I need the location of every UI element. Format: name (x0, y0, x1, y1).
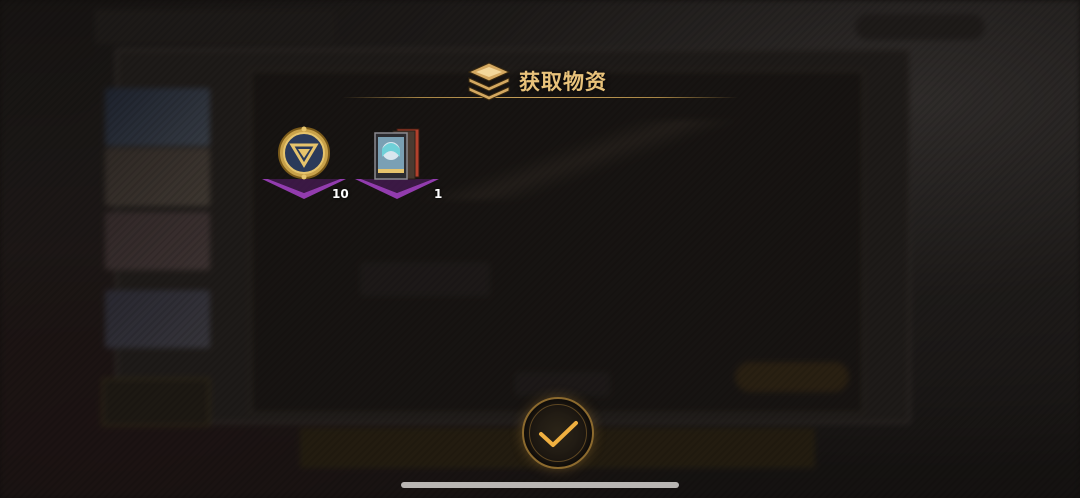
reward-count: 10 (332, 187, 349, 201)
reward-item[interactable]: 10 (259, 125, 349, 215)
checkmark-icon (539, 421, 578, 447)
reward-count: 1 (434, 187, 443, 201)
dialog-header: 获取物资 (0, 60, 1080, 101)
confirm-button[interactable] (522, 397, 594, 469)
home-indicator[interactable] (401, 482, 679, 488)
reward-item[interactable]: 1 (352, 125, 442, 215)
header-divider (342, 97, 738, 98)
dialog-title: 获取物资 (519, 70, 607, 94)
stacked-supplies-icon (467, 62, 511, 101)
gold-triangle-medal-icon (278, 126, 330, 180)
character-card-stack-icon (374, 128, 420, 180)
